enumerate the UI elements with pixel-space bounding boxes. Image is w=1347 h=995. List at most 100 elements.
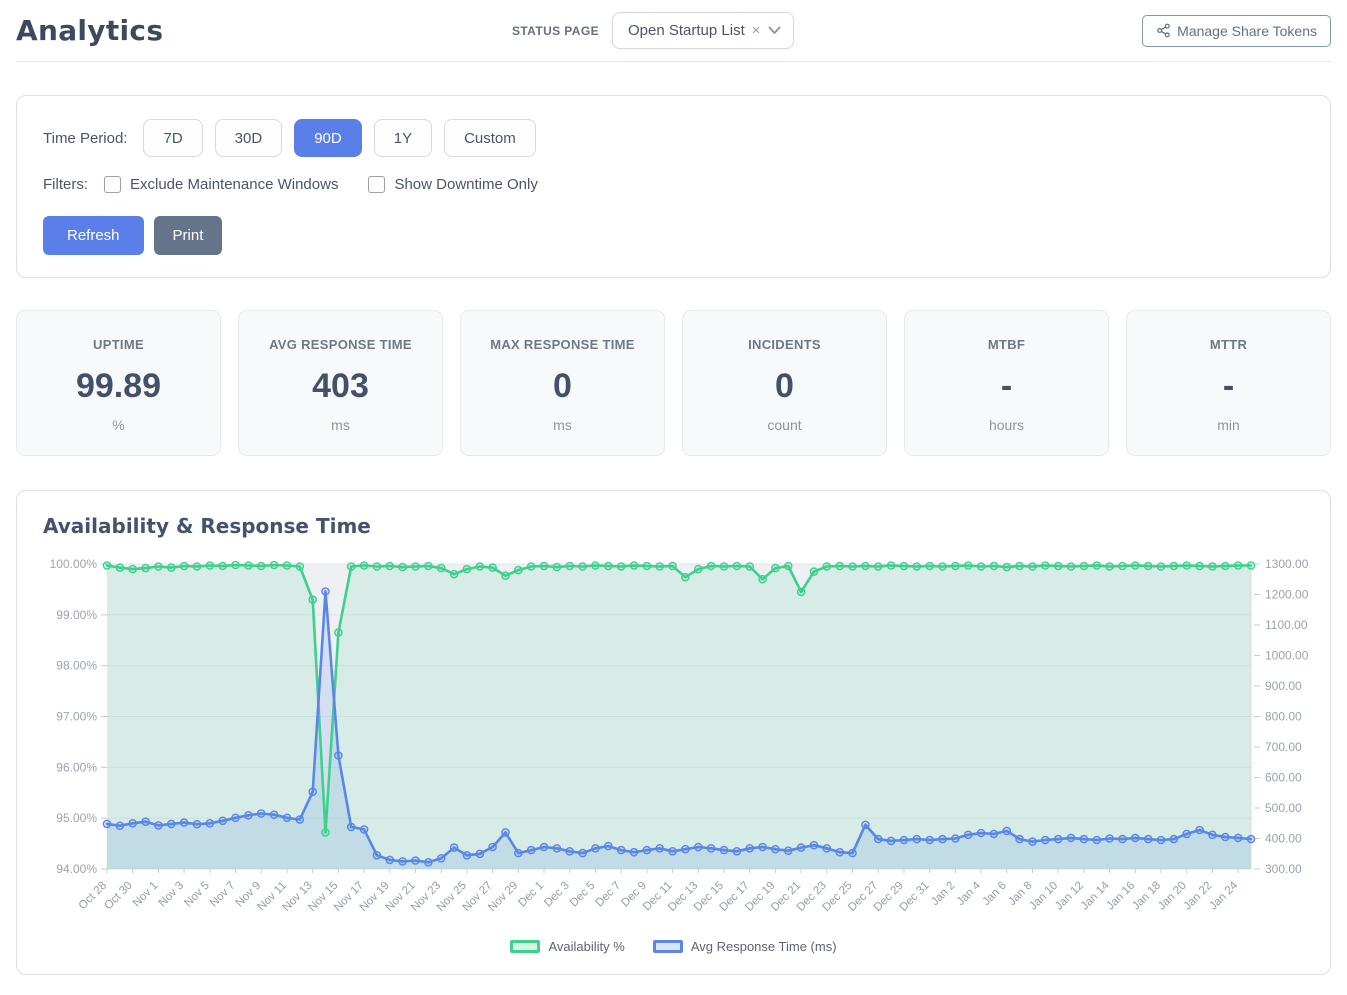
data-point-marker	[836, 562, 843, 569]
data-point-marker	[1055, 836, 1062, 843]
data-point-marker	[540, 562, 547, 569]
x-axis-tick-label: Dec 3	[542, 880, 572, 910]
data-point-marker	[1157, 563, 1164, 570]
data-point-marker	[579, 850, 586, 857]
print-button[interactable]: Print	[154, 216, 223, 255]
data-point-marker	[219, 562, 226, 569]
data-point-marker	[913, 563, 920, 570]
time-period-row: Time Period: 7D30D90D1YCustom	[43, 119, 1304, 157]
data-point-marker	[451, 844, 458, 851]
legend-item[interactable]: Avg Response Time (ms)	[653, 939, 837, 954]
manage-share-tokens-button[interactable]: Manage Share Tokens	[1142, 15, 1331, 47]
data-point-marker	[746, 563, 753, 570]
refresh-button[interactable]: Refresh	[43, 216, 144, 255]
data-point-marker	[1247, 836, 1254, 843]
right-axis-tick-label: 1300.00	[1265, 557, 1309, 571]
status-page-selected-value: Open Startup List	[628, 22, 745, 39]
data-point-marker	[785, 847, 792, 854]
data-point-marker	[708, 562, 715, 569]
data-point-marker	[271, 561, 278, 568]
left-axis-tick-label: 95.00%	[56, 811, 97, 825]
time-period-7d-button[interactable]: 7D	[143, 119, 202, 157]
data-point-marker	[888, 562, 895, 569]
x-axis-tick-label: Dec 5	[568, 880, 598, 910]
data-point-marker	[155, 822, 162, 829]
filter-checkbox-item[interactable]: Show Downtime Only	[368, 176, 537, 193]
data-point-marker	[232, 561, 239, 568]
data-point-marker	[425, 562, 432, 569]
data-point-marker	[1209, 831, 1216, 838]
data-point-marker	[296, 563, 303, 570]
data-point-marker	[245, 562, 252, 569]
data-point-marker	[810, 842, 817, 849]
time-period-custom-button[interactable]: Custom	[444, 119, 536, 157]
data-point-marker	[296, 816, 303, 823]
data-point-marker	[1080, 562, 1087, 569]
right-axis-tick-label: 1000.00	[1265, 649, 1309, 663]
time-period-30d-button[interactable]: 30D	[215, 119, 283, 157]
time-period-1y-button[interactable]: 1Y	[374, 119, 432, 157]
x-axis-tick-label: Jan 4	[955, 879, 984, 908]
checkbox-label: Exclude Maintenance Windows	[130, 176, 338, 193]
filters-row: Filters: Exclude Maintenance WindowsShow…	[43, 176, 1304, 193]
stat-value: -	[1135, 367, 1322, 406]
data-point-marker	[335, 752, 342, 759]
left-axis-tick-label: 94.00%	[56, 862, 97, 876]
checkbox-icon[interactable]	[368, 176, 385, 193]
data-point-marker	[1132, 562, 1139, 569]
data-point-marker	[849, 850, 856, 857]
data-point-marker	[193, 821, 200, 828]
legend-item[interactable]: Availability %	[510, 939, 624, 954]
data-point-marker	[553, 564, 560, 571]
data-point-marker	[759, 576, 766, 583]
data-point-marker	[618, 563, 625, 570]
data-point-marker	[502, 572, 509, 579]
data-point-marker	[695, 843, 702, 850]
checkbox-icon[interactable]	[104, 176, 121, 193]
data-point-marker	[206, 562, 213, 569]
right-axis-tick-label: 300.00	[1265, 862, 1302, 876]
checkbox-label: Show Downtime Only	[394, 176, 537, 193]
data-point-marker	[939, 563, 946, 570]
chart-panel: Availability & Response Time 100.00%99.0…	[16, 490, 1331, 975]
data-point-marker	[219, 817, 226, 824]
data-point-marker	[733, 848, 740, 855]
data-point-marker	[373, 563, 380, 570]
stat-label: AVG RESPONSE TIME	[247, 337, 434, 352]
data-point-marker	[643, 562, 650, 569]
stat-value: 0	[469, 367, 656, 406]
clear-x-icon[interactable]: ×	[752, 23, 761, 38]
data-point-marker	[1196, 826, 1203, 833]
data-point-marker	[425, 859, 432, 866]
data-point-marker	[438, 855, 445, 862]
data-point-marker	[528, 563, 535, 570]
stat-label: INCIDENTS	[691, 337, 878, 352]
data-point-marker	[695, 566, 702, 573]
data-point-marker	[720, 847, 727, 854]
stat-unit: %	[25, 417, 212, 433]
filter-panel: Time Period: 7D30D90D1YCustom Filters: E…	[16, 95, 1331, 278]
x-axis-tick-label: Nov 5	[182, 880, 212, 910]
data-point-marker	[489, 843, 496, 850]
data-point-marker	[155, 563, 162, 570]
stat-value: 99.89	[25, 367, 212, 406]
time-period-90d-button[interactable]: 90D	[294, 119, 362, 157]
data-point-marker	[926, 562, 933, 569]
data-point-marker	[181, 562, 188, 569]
data-point-marker	[142, 565, 149, 572]
chevron-down-icon[interactable]	[768, 26, 781, 35]
status-page-select[interactable]: Open Startup List ×	[612, 12, 794, 49]
data-point-marker	[1247, 562, 1254, 569]
data-point-marker	[168, 820, 175, 827]
data-point-marker	[451, 571, 458, 578]
x-axis-tick-label: Oct 28	[77, 880, 109, 912]
data-point-marker	[193, 563, 200, 570]
right-axis-tick-label: 600.00	[1265, 771, 1302, 785]
data-point-marker	[643, 847, 650, 854]
data-point-marker	[515, 850, 522, 857]
data-point-marker	[1157, 836, 1164, 843]
x-axis-tick-label: Nov 1	[131, 880, 161, 910]
data-point-marker	[746, 845, 753, 852]
data-point-marker	[1106, 563, 1113, 570]
filter-checkbox-item[interactable]: Exclude Maintenance Windows	[104, 176, 338, 193]
